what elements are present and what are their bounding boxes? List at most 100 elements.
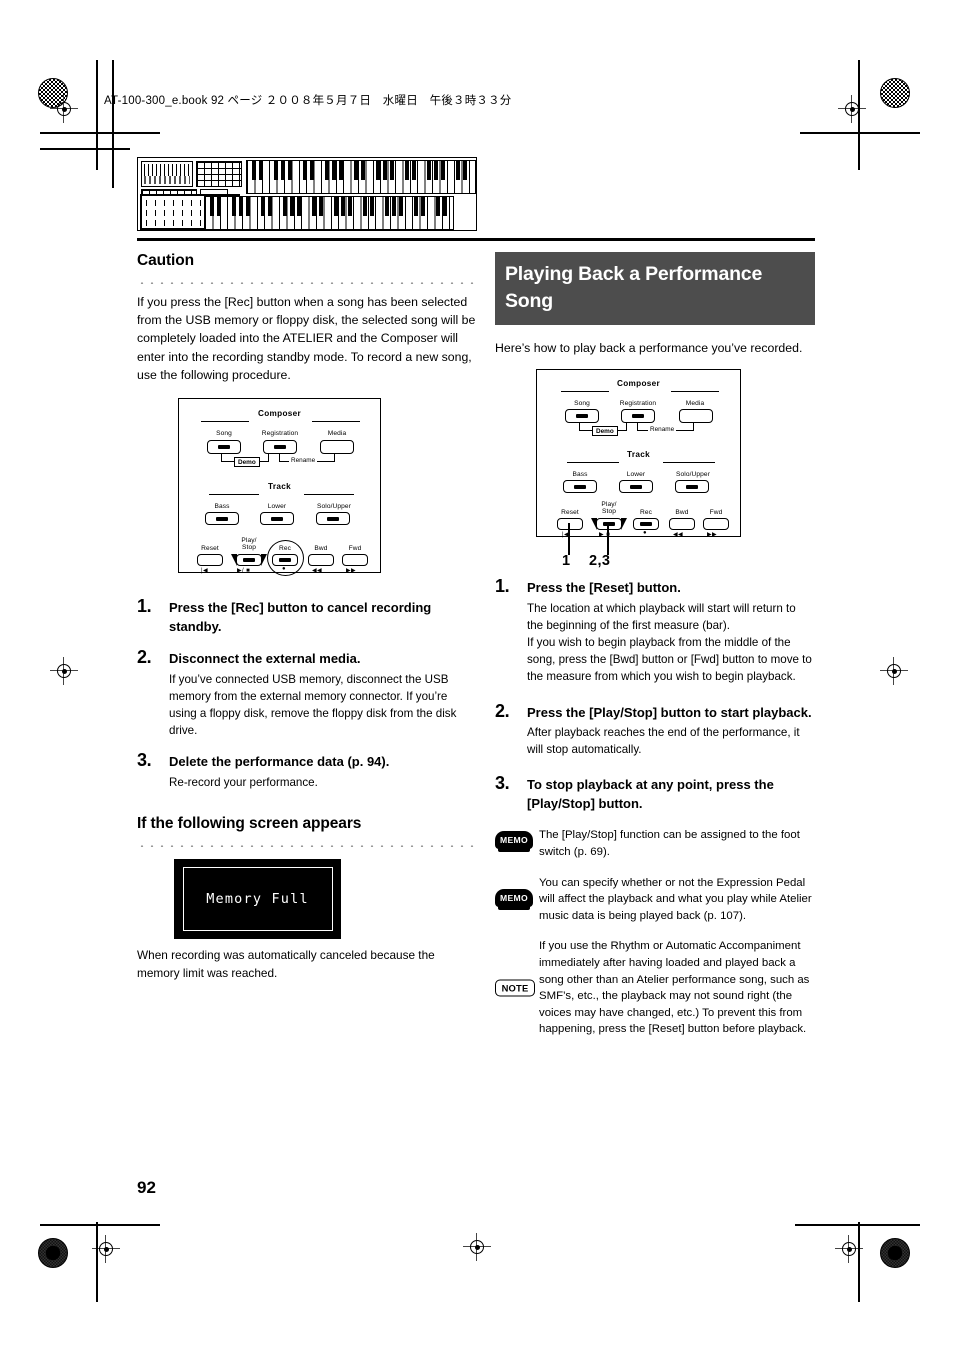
- play-stop-button-label-right: Play/ Stop: [589, 501, 629, 515]
- left-step-1-lead: Press the [Rec] button to cancel recordi…: [169, 600, 432, 634]
- header-rule: [137, 238, 815, 242]
- reset-button-right[interactable]: [557, 518, 583, 530]
- section-intro-text: Here’s how to play back a performance yo…: [495, 341, 803, 355]
- right-step-3-number: 3.: [495, 773, 510, 794]
- track-section-label-right: Track: [627, 450, 650, 459]
- track-section-label-left: Track: [268, 482, 291, 492]
- left-step-2-sub: If you’ve connected USB memory, disconne…: [169, 672, 457, 738]
- callout-line-reset: [568, 523, 570, 555]
- demo-tag-right: Demo: [592, 426, 618, 436]
- screen-appears-dotted-rule: [137, 838, 477, 848]
- media-button-left[interactable]: [320, 440, 354, 455]
- left-step-2-lead: Disconnect the external media.: [169, 651, 361, 667]
- registration-button-label-right: Registration: [619, 400, 657, 407]
- solo-upper-button-label-right: Solo/Upper: [676, 471, 710, 478]
- bwd-transport-symbol-left: ◀◀: [312, 568, 323, 575]
- rec-button-left[interactable]: [272, 554, 298, 567]
- left-step-2: 2. Disconnect the external media. If you…: [137, 647, 477, 739]
- lower-manual-keys: [204, 196, 454, 230]
- media-button-right[interactable]: [679, 409, 713, 423]
- memo-icon-1: MEMO: [495, 831, 533, 853]
- crop-mark-top-left-v2: [112, 60, 114, 188]
- fwd-transport-symbol-left: ▶▶: [346, 568, 357, 575]
- lower-button-label-right: Lower: [626, 471, 646, 478]
- reset-button-label-right: Reset: [561, 509, 579, 516]
- bwd-button-left[interactable]: [308, 554, 334, 567]
- right-column: Playing Back a Performance Song Here’s h…: [495, 252, 815, 1038]
- lower-button-left[interactable]: [260, 512, 294, 526]
- right-step-2: 2. Press the [Play/Stop] button to start…: [495, 700, 815, 759]
- track-divider-right-r: [663, 462, 715, 463]
- reset-button-left[interactable]: [197, 554, 223, 567]
- callout-number-play-stop: 2,3: [589, 553, 611, 569]
- song-button-right[interactable]: [565, 409, 599, 423]
- left-step-3: 3. Delete the performance data (p. 94). …: [137, 750, 477, 791]
- song-button-left[interactable]: [207, 440, 241, 455]
- solo-upper-button-label-left: Solo/Upper: [317, 503, 351, 511]
- right-step-2-number: 2.: [495, 700, 510, 721]
- memo-icon-2: MEMO: [495, 888, 533, 910]
- callout-number-reset: 1: [562, 553, 571, 569]
- play-stop-label-line1-right: Play/: [601, 501, 617, 508]
- right-step-1-sub: The location at which playback will star…: [527, 601, 812, 684]
- track-divider-right-l: [567, 462, 619, 463]
- lower-button-right[interactable]: [619, 480, 653, 493]
- play-stop-button-right[interactable]: [596, 518, 622, 530]
- crop-mark-bottom-left-h: [40, 1224, 160, 1226]
- note-icon: NOTE: [495, 979, 535, 997]
- registration-crosshair-top-left: [50, 95, 78, 123]
- fwd-button-label-right: Fwd: [709, 509, 723, 516]
- note-callout: NOTE If you use the Rhythm or Automatic …: [495, 938, 815, 1038]
- fwd-button-right[interactable]: [703, 518, 729, 530]
- fwd-button-label-left: Fwd: [348, 545, 362, 553]
- screen-appears-heading: If the following screen appears: [137, 815, 362, 833]
- composer-panel-diagram-left: Composer Song Registration Media Demo Re…: [178, 398, 381, 577]
- rec-button-label-right: Rec: [639, 509, 653, 516]
- crop-mark-bottom-left-v: [96, 1222, 98, 1302]
- right-step-3-lead: To stop playback at any point, press the…: [527, 777, 774, 811]
- crop-mark-top-left-v: [96, 60, 98, 170]
- left-column: Caution If you press the [Rec] button wh…: [137, 252, 477, 982]
- lcd-message-text: Memory Full: [206, 891, 309, 908]
- solo-upper-button-left[interactable]: [316, 512, 350, 526]
- section-banner-title: Playing Back a Performance Song: [495, 252, 815, 325]
- left-step-3-number: 3.: [137, 750, 152, 771]
- play-stop-button-label-left: Play/ Stop: [229, 537, 269, 551]
- registration-crosshair-top-right: [838, 95, 866, 123]
- left-step-3-sub: Re-record your performance.: [169, 775, 318, 789]
- right-step-1-number: 1.: [495, 576, 510, 596]
- fwd-button-left[interactable]: [342, 554, 368, 567]
- bwd-button-label-right: Bwd: [675, 509, 689, 516]
- memo-callout-2-text: You can specify whether or not the Expre…: [539, 876, 812, 922]
- memo-callout-2: MEMO You can specify whether or not the …: [495, 875, 815, 925]
- registration-crosshair-right-middle: [880, 657, 908, 685]
- composer-section-label-left: Composer: [258, 409, 301, 419]
- bass-button-left[interactable]: [205, 512, 239, 526]
- registration-button-right[interactable]: [621, 409, 655, 423]
- bass-button-right[interactable]: [563, 480, 597, 493]
- drawbars-group: [141, 161, 193, 187]
- upper-manual-keys: [246, 160, 476, 194]
- composer-divider-left-l: [201, 421, 249, 423]
- track-divider-left-r: [304, 494, 354, 496]
- media-button-label-right: Media: [685, 400, 705, 407]
- demo-tag-left: Demo: [234, 457, 260, 468]
- play-stop-button-left[interactable]: [236, 554, 262, 567]
- composer-divider-left-r: [312, 421, 360, 423]
- lower-button-label-left: Lower: [267, 503, 287, 511]
- left-step-1-number: 1.: [137, 596, 152, 617]
- rename-tag-left: Rename: [289, 457, 318, 465]
- bwd-button-right[interactable]: [669, 518, 695, 530]
- solo-upper-button-right[interactable]: [675, 480, 709, 493]
- right-step-1-lead: Press the [Reset] button.: [527, 580, 681, 595]
- registration-button-left[interactable]: [263, 440, 297, 455]
- left-step-1: 1. Press the [Rec] button to cancel reco…: [137, 596, 477, 636]
- composer-divider-right-l: [561, 391, 609, 392]
- left-step-3-lead: Delete the performance data (p. 94).: [169, 754, 390, 770]
- composer-section-label-right: Composer: [617, 379, 660, 388]
- rec-button-right[interactable]: [633, 518, 659, 530]
- crop-mark-top-right-v: [858, 60, 860, 170]
- right-step-2-lead: Press the [Play/Stop] button to start pl…: [527, 704, 812, 720]
- caution-body: If you press the [Rec] button when a son…: [137, 295, 476, 382]
- button-grid-upper: [196, 161, 242, 187]
